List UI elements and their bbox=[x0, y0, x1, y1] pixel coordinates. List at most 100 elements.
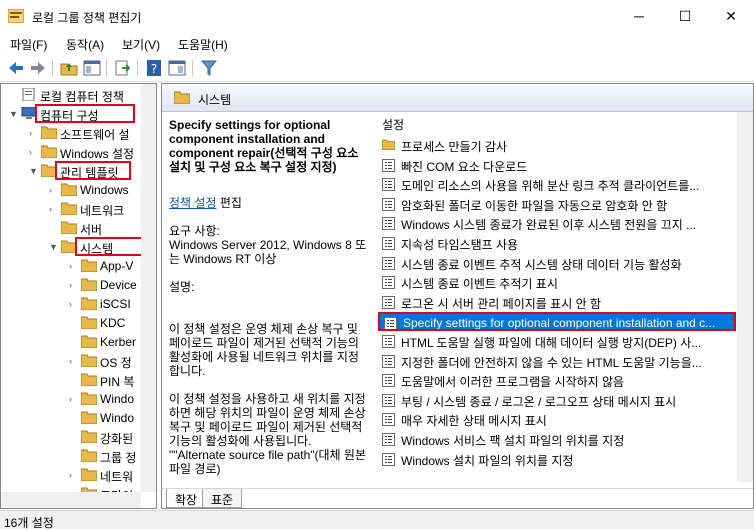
close-button[interactable]: ✕ bbox=[708, 0, 754, 32]
tree-item[interactable]: 강화된 bbox=[1, 428, 141, 446]
folder-icon bbox=[60, 183, 78, 197]
tree-item[interactable]: 서버 bbox=[1, 219, 141, 237]
explain-paragraph-1: 이 정책 설정은 운영 체제 손상 복구 및 페이로드 파일이 제거된 선택적 … bbox=[169, 322, 359, 378]
show-pane-icon[interactable] bbox=[167, 58, 187, 78]
setting-row[interactable]: 시스템 종료 이벤트 추적 시스템 상태 데이터 기능 활성화 bbox=[378, 254, 736, 273]
tab-extended[interactable]: 확장 bbox=[166, 489, 207, 508]
folder-icon bbox=[80, 373, 98, 387]
tree-item[interactable]: › OS 정 bbox=[1, 352, 141, 370]
setting-label: Windows 설치 파일의 위치를 지정 bbox=[401, 453, 574, 468]
help-icon[interactable]: ? bbox=[144, 58, 164, 78]
tree-item[interactable]: › 소프트웨어 설 bbox=[1, 124, 141, 142]
tab-standard[interactable]: 표준 bbox=[202, 489, 243, 508]
setting-row[interactable]: 도메인 리소스의 사용을 위해 분산 링크 추적 클라이언트를... bbox=[378, 175, 736, 194]
setting-row[interactable]: Windows 설치 파일의 위치를 지정 bbox=[378, 450, 736, 469]
menu-help[interactable]: 도움말(H) bbox=[178, 36, 228, 53]
back-icon[interactable] bbox=[6, 58, 26, 78]
setting-row[interactable]: 부팅 / 시스템 종료 / 로그온 / 로그오프 상태 메시지 표시 bbox=[378, 391, 736, 410]
tree-item[interactable]: 로컬 컴퓨터 정책 bbox=[1, 86, 141, 104]
setting-row[interactable]: Windows 시스템 종료가 완료된 이후 시스템 전원을 끄지 ... bbox=[378, 214, 736, 233]
setting-row[interactable]: Windows 서비스 팩 설치 파일의 위치를 지정 bbox=[378, 430, 736, 449]
setting-row[interactable]: 시스템 종료 이벤트 추적기 표시 bbox=[378, 273, 736, 292]
setting-label: Specify settings for optional component … bbox=[403, 316, 716, 331]
export-list-icon[interactable] bbox=[113, 58, 133, 78]
setting-row[interactable]: 지속성 타임스탬프 사용 bbox=[378, 234, 736, 253]
up-folder-icon[interactable] bbox=[59, 58, 79, 78]
setting-row[interactable]: 도움말에서 이러한 프로그램을 시작하지 않음 bbox=[378, 371, 736, 390]
expand-icon[interactable]: › bbox=[69, 355, 79, 367]
setting-row[interactable]: HTML 도움말 실행 파일에 대해 데이터 실행 방지(DEP) 사... bbox=[378, 332, 736, 351]
tree-item-label: Windo bbox=[100, 392, 135, 406]
explain-label: 설명: bbox=[169, 280, 195, 294]
tree-item[interactable]: › Windo bbox=[1, 390, 141, 408]
tree-horizontal-scrollbar[interactable] bbox=[1, 492, 141, 508]
tree-item-label: 로컬 컴퓨터 정책 bbox=[40, 90, 124, 104]
expand-icon[interactable]: › bbox=[29, 127, 39, 139]
tree-item[interactable]: › 네트워 bbox=[1, 466, 141, 484]
tree-item[interactable]: Windo bbox=[1, 409, 141, 427]
setting-row[interactable]: 빠진 COM 요소 다운로드 bbox=[378, 156, 736, 175]
expand-icon[interactable]: › bbox=[69, 279, 79, 291]
settings-column-header[interactable]: 설정 bbox=[382, 116, 404, 133]
setting-row[interactable]: 지정한 폴더에 안전하지 않을 수 있는 HTML 도움말 기능을... bbox=[378, 352, 736, 371]
setting-row[interactable]: 로그온 시 서버 관리 페이지를 표시 안 함 bbox=[378, 293, 736, 312]
settings-vertical-scrollbar[interactable] bbox=[737, 112, 753, 482]
tree-item[interactable]: ▼ 컴퓨터 구성 bbox=[1, 104, 141, 123]
tree-item[interactable]: ▼ 시스템 bbox=[1, 237, 151, 256]
tree-item[interactable]: › 네트워크 bbox=[1, 200, 141, 218]
forward-icon[interactable] bbox=[28, 58, 48, 78]
setting-row[interactable]: 프로세스 만들기 감사 bbox=[378, 136, 736, 155]
expand-icon[interactable]: › bbox=[49, 203, 59, 215]
expand-icon[interactable]: › bbox=[69, 260, 79, 272]
tree-item[interactable]: › Device bbox=[1, 276, 141, 294]
setting-row[interactable]: 암호화된 폴더로 이동한 파일을 자동으로 암호화 안 함 bbox=[378, 195, 736, 214]
status-bar: 16개 설정 bbox=[0, 510, 754, 530]
tree-item[interactable]: › iSCSI bbox=[1, 295, 141, 313]
show-hide-tree-icon[interactable] bbox=[82, 58, 102, 78]
collapse-icon[interactable]: ▼ bbox=[29, 165, 39, 177]
tree-item-label: Windo bbox=[100, 411, 135, 425]
tree-item[interactable]: › Windows bbox=[1, 181, 141, 199]
setting-label: 시스템 종료 이벤트 추적기 표시 bbox=[401, 277, 558, 292]
expand-icon[interactable]: › bbox=[49, 184, 59, 196]
minimize-button[interactable]: ─ bbox=[616, 0, 662, 32]
edit-policy-link[interactable]: 정책 설정 bbox=[169, 196, 217, 210]
tree-item[interactable]: › App-V bbox=[1, 257, 141, 275]
tree-item[interactable]: KDC bbox=[1, 314, 141, 332]
menu-view[interactable]: 보기(V) bbox=[122, 36, 160, 53]
details-header-title: 시스템 bbox=[198, 93, 232, 107]
tree-item-label: 그룹 정 bbox=[100, 451, 137, 465]
maximize-button[interactable]: ☐ bbox=[662, 0, 708, 32]
expand-icon[interactable]: › bbox=[29, 146, 39, 158]
tree-vertical-scrollbar[interactable] bbox=[141, 84, 156, 492]
filter-icon[interactable] bbox=[199, 58, 219, 78]
policy-description: Specify settings for optional component … bbox=[169, 118, 367, 488]
folder-icon bbox=[40, 126, 58, 140]
expand-icon[interactable]: › bbox=[69, 298, 79, 310]
tree-item-label: Windows 설정 bbox=[60, 147, 135, 161]
window-title: 로컬 그룹 정책 편집기 bbox=[32, 11, 142, 25]
expand-icon[interactable]: › bbox=[69, 469, 79, 481]
setting-icon bbox=[382, 197, 395, 211]
collapse-icon[interactable]: ▼ bbox=[49, 241, 59, 253]
tree-item[interactable]: Kerber bbox=[1, 333, 141, 351]
folder-icon bbox=[80, 297, 98, 311]
tree-item[interactable]: › Windows 설정 bbox=[1, 143, 141, 161]
tree-item[interactable]: 그룹 정 bbox=[1, 447, 141, 465]
tree-item[interactable]: ▼ 관리 템플릿 bbox=[1, 161, 141, 180]
tree-item[interactable]: PIN 복 bbox=[1, 371, 141, 389]
menu-file[interactable]: 파일(F) bbox=[10, 36, 47, 53]
selected-setting-row[interactable]: Specify settings for optional component … bbox=[378, 312, 736, 332]
setting-icon bbox=[382, 452, 395, 466]
setting-icon bbox=[382, 158, 395, 172]
collapse-icon[interactable]: ▼ bbox=[9, 108, 19, 120]
setting-row[interactable]: 매우 자세한 상태 메시지 표시 bbox=[378, 410, 736, 429]
folder-icon bbox=[80, 316, 98, 330]
setting-icon bbox=[382, 276, 395, 290]
menu-action[interactable]: 동작(A) bbox=[66, 36, 104, 53]
setting-icon bbox=[382, 178, 395, 192]
setting-icon bbox=[382, 335, 395, 348]
setting-label: 지정한 폴더에 안전하지 않을 수 있는 HTML 도움말 기능을... bbox=[401, 355, 702, 370]
settings-list: 설정 프로세스 만들기 감사 빠진 COM 요소 다운로드 도메인 리소스의 사용을… bbox=[372, 112, 753, 482]
expand-icon[interactable]: › bbox=[69, 393, 79, 405]
